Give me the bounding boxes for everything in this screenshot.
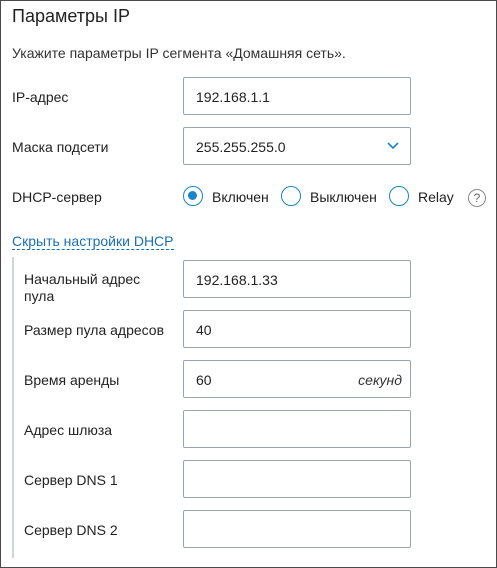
radio-dhcp-relay-label[interactable]: Relay bbox=[418, 189, 454, 205]
ip-address-input[interactable]: 192.168.1.1 bbox=[183, 77, 411, 115]
chevron-down-icon bbox=[387, 142, 399, 150]
pool-start-label-line1: Начальный адрес bbox=[24, 271, 141, 287]
ip-settings-panel: Параметры IP Укажите параметры IP сегмен… bbox=[0, 0, 497, 568]
panel-title: Параметры IP bbox=[12, 6, 130, 26]
pool-start-input[interactable]: 192.168.1.33 bbox=[183, 260, 411, 298]
dns1-label: Сервер DNS 1 bbox=[24, 472, 118, 488]
radio-dhcp-disabled-label[interactable]: Выключен bbox=[310, 189, 377, 205]
pool-size-input[interactable]: 40 bbox=[183, 310, 411, 348]
radio-dhcp-enabled[interactable] bbox=[183, 186, 203, 206]
dns1-input[interactable] bbox=[183, 460, 411, 498]
pool-start-label-line2: пула bbox=[24, 288, 55, 304]
subnet-mask-label: Маска подсети bbox=[12, 139, 109, 155]
hide-dhcp-settings-link[interactable]: Скрыть настройки DHCP bbox=[12, 233, 174, 250]
help-icon[interactable]: ? bbox=[468, 189, 486, 207]
dns2-input[interactable] bbox=[183, 510, 411, 548]
ip-address-label: IP-адрес bbox=[12, 89, 69, 105]
radio-dhcp-enabled-label[interactable]: Включен bbox=[212, 189, 269, 205]
dhcp-settings-divider bbox=[12, 257, 14, 558]
subnet-mask-select[interactable]: 255.255.255.0 bbox=[183, 127, 411, 165]
pool-size-value: 40 bbox=[196, 322, 212, 338]
lease-time-label: Время аренды bbox=[24, 372, 120, 388]
subnet-mask-value: 255.255.255.0 bbox=[196, 139, 286, 155]
lease-time-input[interactable]: 60 секунд bbox=[183, 360, 411, 398]
ip-address-value: 192.168.1.1 bbox=[196, 89, 270, 105]
radio-dhcp-relay[interactable] bbox=[389, 186, 409, 206]
pool-start-label: Начальный адрес пула bbox=[24, 271, 140, 305]
dhcp-server-label: DHCP-сервер bbox=[12, 189, 102, 205]
pool-size-label: Размер пула адресов bbox=[24, 322, 165, 338]
pool-start-value: 192.168.1.33 bbox=[196, 272, 278, 288]
lease-time-value: 60 bbox=[196, 372, 212, 388]
panel-description: Укажите параметры IP сегмента «Домашняя … bbox=[12, 45, 346, 61]
dns2-label: Сервер DNS 2 bbox=[24, 522, 118, 538]
lease-time-unit: секунд bbox=[358, 372, 402, 388]
gateway-label: Адрес шлюза bbox=[24, 422, 113, 438]
radio-dhcp-disabled[interactable] bbox=[281, 186, 301, 206]
gateway-input[interactable] bbox=[183, 410, 411, 448]
